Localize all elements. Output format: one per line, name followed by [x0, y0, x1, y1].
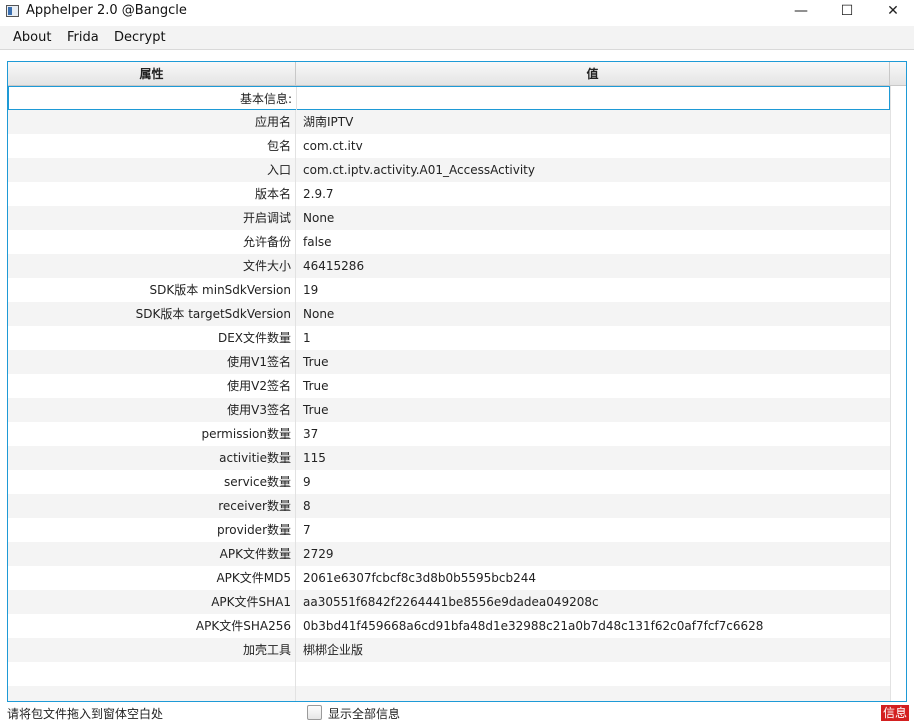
cell-property: 加壳工具: [8, 638, 296, 662]
cell-property: APK文件SHA1: [8, 590, 296, 614]
table-header: 属性 值: [8, 62, 906, 86]
cell-value: 46415286: [303, 259, 365, 273]
cell-value: None: [303, 211, 335, 225]
cell-property: 使用V1签名: [8, 350, 296, 374]
table-row[interactable]: 使用V1签名 True: [8, 350, 890, 374]
table-body: 基本信息: 应用名 湖南IPTV 包名 com.ct.itv 入口 com.ct.iptv.…: [8, 86, 906, 701]
close-button[interactable]: ✕: [870, 0, 914, 24]
table-row[interactable]: provider数量 7: [8, 518, 890, 542]
table-row[interactable]: 版本名 2.9.7: [8, 182, 890, 206]
cell-property: service数量: [8, 470, 296, 494]
cell-value: True: [303, 403, 329, 417]
show-all-checkbox[interactable]: [307, 705, 322, 720]
cell-property: permission数量: [8, 422, 296, 446]
cell-property: APK文件数量: [8, 542, 296, 566]
cell-property: 使用V2签名: [8, 374, 296, 398]
cell-value: 1: [303, 331, 311, 345]
cell-property: 开启调试: [8, 206, 296, 230]
column-header-filler: [890, 62, 906, 86]
cell-value: None: [303, 307, 335, 321]
empty-cell: [8, 686, 296, 701]
title-bar: Apphelper 2.0 @Bangcle — ☐ ✕: [0, 0, 914, 24]
maximize-button[interactable]: ☐: [824, 0, 870, 24]
cell-property: 包名: [8, 134, 296, 158]
cell-property: provider数量: [8, 518, 296, 542]
menu-frida[interactable]: Frida: [67, 30, 99, 45]
minimize-button[interactable]: —: [778, 0, 824, 24]
table-row[interactable]: APK文件SHA256 0b3bd41f459668a6cd91bfa48d1e3…: [8, 614, 890, 638]
empty-row: [8, 686, 890, 701]
cell-property: 版本名: [8, 182, 296, 206]
cell-property: 基本信息:: [9, 87, 297, 111]
menu-about[interactable]: About: [13, 30, 51, 45]
table-row[interactable]: APK文件SHA1 aa30551f6842f2264441be8556e9dad…: [8, 590, 890, 614]
table-row[interactable]: activitie数量 115: [8, 446, 890, 470]
cell-value: 2.9.7: [303, 187, 334, 201]
cell-value: 7: [303, 523, 311, 537]
cell-property: 入口: [8, 158, 296, 182]
cell-property: DEX文件数量: [8, 326, 296, 350]
cell-value: 湖南IPTV: [303, 115, 354, 129]
cell-property: SDK版本 targetSdkVersion: [8, 302, 296, 326]
table-row[interactable]: 开启调试 None: [8, 206, 890, 230]
table-row[interactable]: 包名 com.ct.itv: [8, 134, 890, 158]
cell-value: 2061e6307fcbcf8c3d8b0b5595bcb244: [303, 571, 536, 585]
cell-value: 19: [303, 283, 319, 297]
cell-value: 2729: [303, 547, 334, 561]
cell-value: 0b3bd41f459668a6cd91bfa48d1e32988c21a0b7…: [303, 619, 764, 633]
drop-hint-text: 请将包文件拖入到窗体空白处: [7, 707, 164, 721]
table-row[interactable]: service数量 9: [8, 470, 890, 494]
empty-row: [8, 662, 890, 686]
table-row[interactable]: APK文件数量 2729: [8, 542, 890, 566]
table-row[interactable]: SDK版本 minSdkVersion 19: [8, 278, 890, 302]
menu-decrypt[interactable]: Decrypt: [114, 30, 166, 45]
table-row[interactable]: SDK版本 targetSdkVersion None: [8, 302, 890, 326]
table-row[interactable]: DEX文件数量 1: [8, 326, 890, 350]
cell-property: 应用名: [8, 110, 296, 134]
cell-value: 37: [303, 427, 319, 441]
cell-property: activitie数量: [8, 446, 296, 470]
status-bar: 请将包文件拖入到窗体空白处 显示全部信息 信息: [0, 702, 914, 724]
table-row[interactable]: permission数量 37: [8, 422, 890, 446]
table-row[interactable]: 使用V3签名 True: [8, 398, 890, 422]
table-row[interactable]: receiver数量 8: [8, 494, 890, 518]
table-row[interactable]: 应用名 湖南IPTV: [8, 110, 890, 134]
cell-value: com.ct.iptv.activity.A01_AccessActivity: [303, 163, 535, 177]
cell-property: receiver数量: [8, 494, 296, 518]
cell-value: aa30551f6842f2264441be8556e9dadea049208c: [303, 595, 599, 609]
cell-value: 8: [303, 499, 311, 513]
cell-value: 9: [303, 475, 311, 489]
table-row[interactable]: 基本信息:: [8, 86, 891, 111]
show-all-label[interactable]: 显示全部信息: [328, 705, 400, 722]
cell-value: True: [303, 379, 329, 393]
info-badge[interactable]: 信息: [881, 705, 910, 721]
cell-property: 文件大小: [8, 254, 296, 278]
cell-property: 使用V3签名: [8, 398, 296, 422]
cell-value: True: [303, 355, 329, 369]
cell-property: APK文件MD5: [8, 566, 296, 590]
cell-value: com.ct.itv: [303, 139, 363, 153]
table-row[interactable]: 使用V2签名 True: [8, 374, 890, 398]
cell-property: APK文件SHA256: [8, 614, 296, 638]
table-row[interactable]: APK文件MD5 2061e6307fcbcf8c3d8b0b5595bcb244: [8, 566, 890, 590]
cell-value: [297, 87, 891, 111]
app-icon: [6, 5, 19, 17]
info-table[interactable]: 属性 值 基本信息: 应用名 湖南IPTV 包名 com.ct.itv 入口 com.ct.…: [7, 61, 907, 702]
table-row[interactable]: 加壳工具 梆梆企业版: [8, 638, 890, 662]
column-header-value[interactable]: 值: [296, 62, 890, 86]
cell-value: 梆梆企业版: [303, 643, 364, 657]
column-header-property[interactable]: 属性: [8, 62, 296, 86]
cell-property: 允许备份: [8, 230, 296, 254]
table-row[interactable]: 允许备份 false: [8, 230, 890, 254]
cell-value: 115: [303, 451, 326, 465]
cell-value: false: [303, 235, 332, 249]
scrollbar-column: [890, 86, 906, 701]
cell-property: SDK版本 minSdkVersion: [8, 278, 296, 302]
table-row[interactable]: 入口 com.ct.iptv.activity.A01_AccessActivit…: [8, 158, 890, 182]
window-title: Apphelper 2.0 @Bangcle: [26, 3, 187, 18]
menu-bar: About Frida Decrypt: [0, 26, 914, 50]
empty-cell: [8, 662, 296, 686]
table-row[interactable]: 文件大小 46415286: [8, 254, 890, 278]
